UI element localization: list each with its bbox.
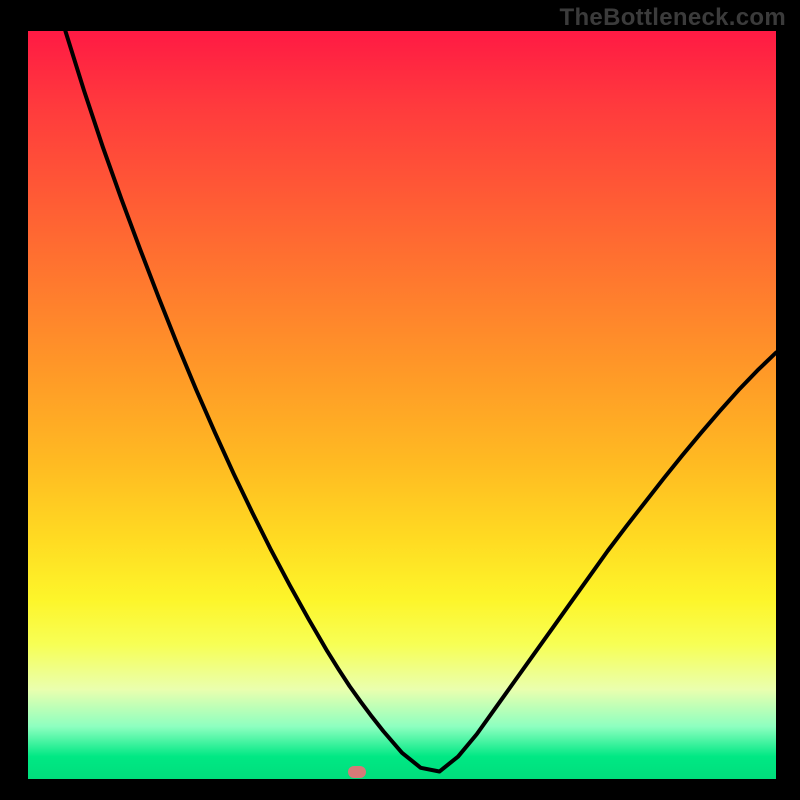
minimum-marker-dot: [348, 766, 366, 778]
plot-area: [28, 31, 776, 779]
curve-path: [65, 31, 776, 772]
chart-frame: TheBottleneck.com: [0, 0, 800, 800]
watermark-text: TheBottleneck.com: [560, 4, 786, 32]
bottleneck-curve: [28, 31, 776, 779]
